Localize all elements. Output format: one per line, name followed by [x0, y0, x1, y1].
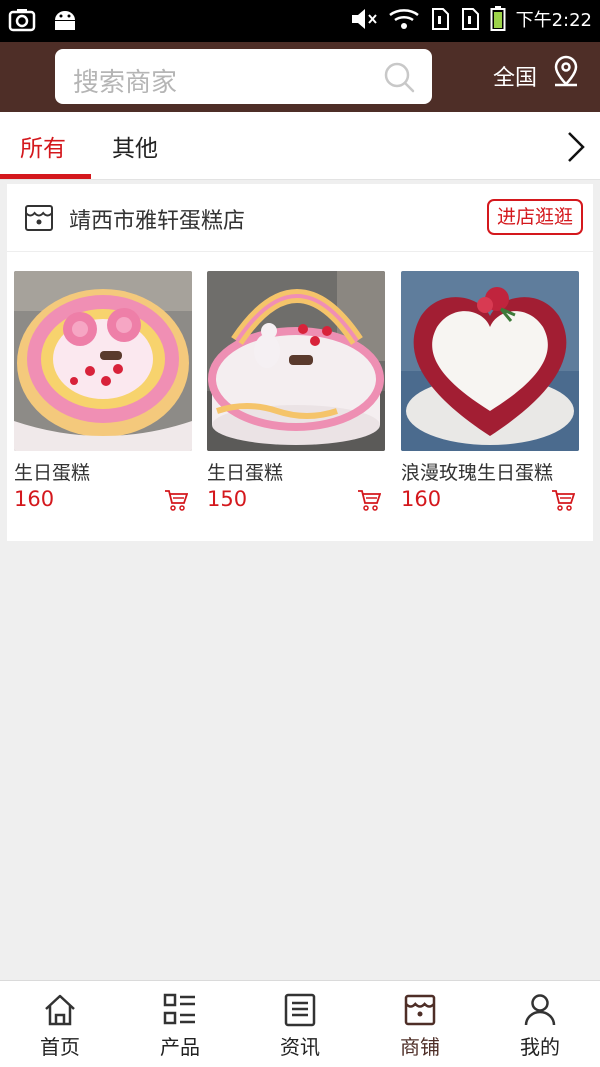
- product-name[interactable]: 生日蛋糕: [14, 458, 192, 485]
- chevron-right-icon[interactable]: [564, 130, 588, 164]
- store-icon: [404, 994, 436, 1026]
- wifi-icon: [388, 9, 419, 29]
- product-name[interactable]: 浪漫玫瑰生日蛋糕: [401, 458, 579, 485]
- home-icon: [45, 994, 75, 1026]
- list-icon: [163, 993, 195, 1025]
- tab-active-indicator: [0, 174, 91, 179]
- search-input[interactable]: 搜索商家: [55, 49, 432, 104]
- nav-shops[interactable]: 商铺: [360, 981, 480, 1067]
- android-icon: [55, 11, 75, 30]
- clock: 下午2:22: [515, 10, 592, 31]
- product-card[interactable]: 生日蛋糕 150: [207, 271, 385, 511]
- sim2-icon: [461, 8, 479, 30]
- battery-icon: [490, 6, 506, 31]
- user-icon: [524, 994, 556, 1026]
- shop-name[interactable]: 靖西市雅轩蛋糕店: [69, 203, 245, 235]
- location-pin-icon[interactable]: [550, 54, 582, 90]
- add-to-cart-icon[interactable]: [164, 489, 188, 511]
- add-to-cart-icon[interactable]: [357, 489, 381, 511]
- search-icon[interactable]: [382, 60, 416, 94]
- product-name[interactable]: 生日蛋糕: [207, 458, 385, 485]
- nav-shops-label: 商铺: [400, 1035, 440, 1059]
- shop-header[interactable]: 靖西市雅轩蛋糕店 进店逛逛: [7, 184, 593, 252]
- sim1-icon: [431, 8, 449, 30]
- bottom-nav: 首页 产品 资讯 商铺 我的: [0, 980, 600, 1067]
- add-to-cart-icon[interactable]: [551, 489, 575, 511]
- product-image[interactable]: [207, 271, 385, 451]
- nav-products-label: 产品: [160, 1035, 200, 1059]
- shop-card: 靖西市雅轩蛋糕店 进店逛逛 生日蛋糕 160 生日蛋糕 150 浪漫玫瑰生日蛋糕…: [7, 184, 593, 541]
- product-image[interactable]: [14, 271, 192, 451]
- news-icon: [284, 993, 316, 1027]
- product-card[interactable]: 生日蛋糕 160: [14, 271, 192, 511]
- region-selector[interactable]: 全国: [493, 60, 537, 92]
- screenshot-icon: [8, 9, 36, 32]
- nav-news[interactable]: 资讯: [240, 981, 360, 1067]
- nav-me[interactable]: 我的: [480, 981, 600, 1067]
- header-bar: 搜索商家 全国: [0, 42, 600, 112]
- enter-shop-button[interactable]: 进店逛逛: [486, 199, 583, 235]
- nav-home[interactable]: 首页: [0, 981, 120, 1067]
- product-image[interactable]: [401, 271, 579, 451]
- tab-other[interactable]: 其他: [112, 129, 158, 163]
- nav-home-label: 首页: [40, 1035, 80, 1059]
- tab-all[interactable]: 所有: [20, 129, 66, 163]
- nav-products[interactable]: 产品: [120, 981, 240, 1067]
- mute-icon: [351, 9, 377, 29]
- store-icon: [25, 205, 53, 231]
- nav-me-label: 我的: [520, 1035, 560, 1059]
- search-placeholder: 搜索商家: [73, 68, 178, 98]
- category-tabs: 所有 其他: [0, 112, 600, 180]
- nav-news-label: 资讯: [280, 1035, 320, 1059]
- product-card[interactable]: 浪漫玫瑰生日蛋糕 160: [401, 271, 579, 511]
- status-bar: 下午2:22: [0, 0, 600, 42]
